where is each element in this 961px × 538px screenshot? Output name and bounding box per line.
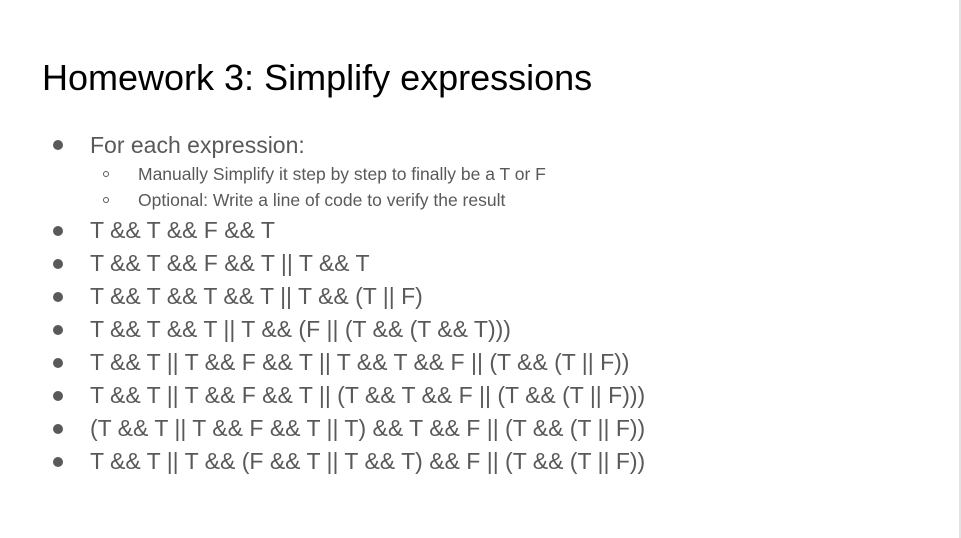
expression-text: T && T && F && T || T && T	[90, 250, 370, 276]
expression-text: T && T || T && F && T || (T && T && F ||…	[90, 382, 646, 408]
expression-text: T && T && T && T || T && (T || F)	[90, 283, 423, 309]
expression-text: T && T || T && F && T || T && T && F || …	[90, 349, 630, 375]
slide: Homework 3: Simplify expressions For eac…	[0, 0, 961, 538]
hollow-circle-bullet-icon	[103, 197, 109, 203]
sub-list-item-text: Optional: Write a line of code to verify…	[138, 190, 506, 210]
list-item-text: For each expression:	[90, 132, 305, 158]
bullet-dot-icon	[53, 391, 63, 401]
bullet-dot-icon	[53, 457, 63, 467]
bullet-dot-icon	[53, 292, 63, 302]
sub-list-item-text: Manually Simplify it step by step to fin…	[138, 164, 546, 184]
expression-text: T && T || T && (F && T || T && T) && F |…	[90, 448, 646, 474]
expression-text: (T && T || T && F && T || T) && T && F |…	[90, 415, 646, 441]
hollow-circle-bullet-icon	[103, 171, 109, 177]
bullet-dot-icon	[53, 140, 63, 150]
bullet-list: For each expression: Manually Simplify i…	[0, 0, 959, 538]
bullet-dot-icon	[53, 358, 63, 368]
bullet-dot-icon	[53, 226, 63, 236]
bullet-dot-icon	[53, 325, 63, 335]
expression-text: T && T && F && T	[90, 217, 275, 243]
bullet-dot-icon	[53, 424, 63, 434]
bullet-dot-icon	[53, 259, 63, 269]
expression-text: T && T && T || T && (F || (T && (T && T)…	[90, 316, 511, 342]
